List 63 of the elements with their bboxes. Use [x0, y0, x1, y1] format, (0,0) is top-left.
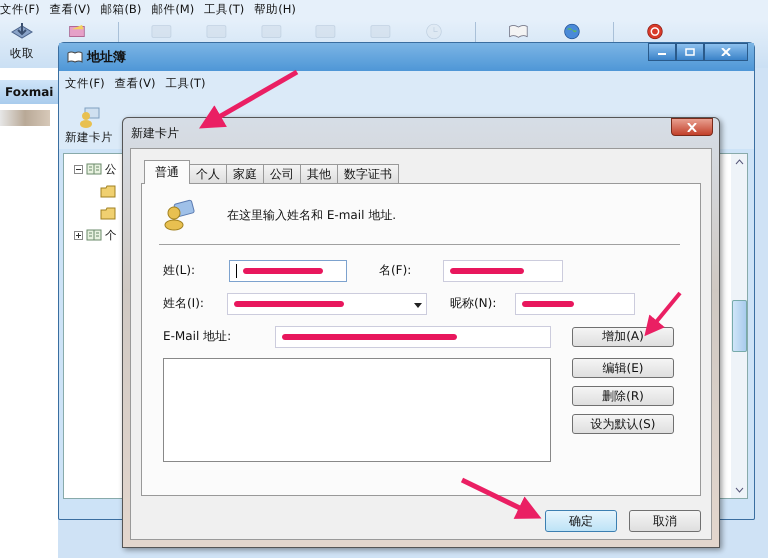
tab[interactable]: 其他	[300, 164, 338, 184]
menu-item[interactable]: 工具(T)	[204, 2, 244, 16]
tab[interactable]: 家庭	[226, 164, 264, 184]
input-field[interactable]	[229, 260, 347, 282]
menu-item[interactable]: 邮件(M)	[151, 2, 194, 16]
maximize-icon	[685, 48, 695, 56]
new-card-button[interactable]: 新建卡片	[65, 106, 113, 145]
input-field[interactable]	[515, 292, 635, 314]
field-label: 姓(L):	[163, 262, 196, 279]
list-action-button[interactable]: 删除(R)	[572, 386, 674, 406]
cancel-button[interactable]: 取消	[629, 510, 701, 532]
input-field[interactable]	[443, 260, 563, 282]
minimize-button[interactable]	[648, 43, 676, 61]
close-button[interactable]	[671, 118, 713, 136]
scroll-thumb[interactable]	[732, 300, 746, 352]
address-book-icon	[86, 229, 102, 241]
maximize-button[interactable]	[676, 43, 704, 61]
person-card-icon	[77, 106, 101, 128]
list-action-button[interactable]: 设为默认(S)	[572, 414, 674, 434]
tab[interactable]: 公司	[263, 164, 301, 184]
folder-icon[interactable]	[100, 206, 116, 220]
close-icon	[721, 48, 731, 56]
menu-item[interactable]: 工具(T)	[165, 76, 206, 90]
email-list[interactable]	[163, 358, 551, 462]
receive-button[interactable]: 收取	[8, 22, 36, 61]
menu-item[interactable]: 邮箱(B)	[100, 2, 142, 16]
tab[interactable]: 数字证书	[337, 164, 399, 184]
menu-item[interactable]: 查看(V)	[114, 76, 156, 90]
window-title: 地址簿	[87, 49, 126, 66]
tab[interactable]: 普通	[144, 160, 190, 184]
scroll-up-icon[interactable]	[734, 159, 744, 165]
tree-item[interactable]: 公	[105, 162, 117, 176]
instruction-text: 在这里输入姓名和 E-mail 地址.	[227, 206, 396, 224]
menu-item[interactable]: 文件(F)	[65, 76, 105, 90]
ok-button[interactable]: 确定	[545, 510, 617, 532]
close-button[interactable]	[704, 43, 748, 61]
tab[interactable]: 个人	[189, 164, 227, 184]
address-book-icon	[86, 163, 102, 175]
person-card-icon	[163, 199, 197, 231]
close-icon	[687, 122, 697, 132]
field-label: 名(F):	[379, 262, 412, 279]
sidebar-title: Foxmai	[0, 80, 58, 104]
expander-icon[interactable]	[74, 230, 83, 240]
book-icon	[67, 51, 83, 63]
field-label: 昵称(N):	[450, 295, 498, 312]
annotation-arrow	[644, 292, 682, 336]
dropdown-arrow-icon[interactable]	[414, 302, 422, 308]
blurred-placeholder	[0, 110, 50, 126]
dialog-title: 新建卡片	[131, 124, 179, 142]
name-dropdown[interactable]	[227, 292, 427, 314]
folder-icon[interactable]	[100, 184, 116, 198]
tree-item[interactable]: 个	[105, 228, 117, 242]
list-action-button[interactable]: 编辑(E)	[572, 358, 674, 378]
field-label: E-Mail 地址:	[163, 328, 232, 345]
expander-icon[interactable]	[74, 164, 83, 174]
field-label: 姓名(I):	[163, 295, 205, 312]
menu-item[interactable]: 帮助(H)	[254, 2, 296, 16]
scroll-down-icon[interactable]	[734, 487, 744, 493]
input-field[interactable]	[275, 326, 551, 348]
add-button[interactable]: 增加(A)	[572, 326, 674, 346]
scrollbar[interactable]	[731, 154, 747, 498]
menu-item[interactable]: 文件(F)	[0, 2, 40, 16]
menu-item[interactable]: 查看(V)	[50, 2, 90, 16]
